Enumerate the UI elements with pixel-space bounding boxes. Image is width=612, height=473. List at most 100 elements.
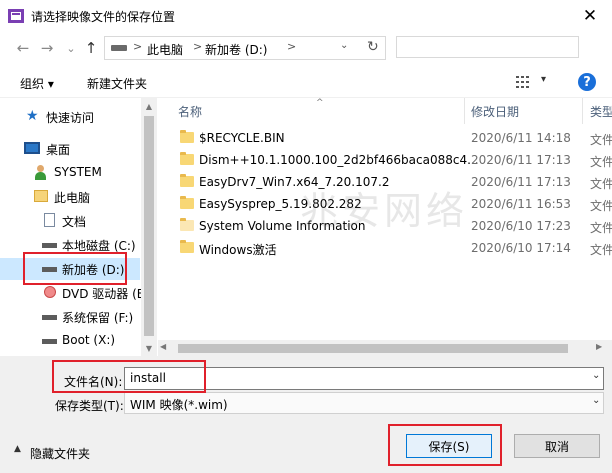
- close-icon: ✕: [582, 6, 598, 26]
- file-date: 2020/6/10 17:14: [471, 241, 571, 255]
- file-name: $RECYCLE.BIN: [199, 131, 285, 145]
- breadcrumb-this-pc[interactable]: 此电脑: [147, 41, 183, 58]
- dvd-drive-icon: [44, 286, 56, 298]
- chevron-down-icon[interactable]: ⌄: [592, 395, 600, 406]
- sidebar-item-label: 此电脑: [54, 191, 91, 205]
- new-folder-button[interactable]: 新建文件夹: [87, 75, 147, 92]
- document-icon: [44, 213, 55, 227]
- file-date: 2020/6/11 17:13: [471, 175, 571, 189]
- address-bar[interactable]: > 此电脑 > 新加卷 (D:) > ⌄ ↻: [104, 36, 386, 60]
- drive-icon: [111, 45, 127, 51]
- sidebar-item-label: 文档: [62, 215, 87, 229]
- chevron-up-icon[interactable]: ▲: [14, 444, 21, 454]
- file-date: 2020/6/11 16:53: [471, 197, 571, 211]
- forward-arrow-icon: →: [40, 39, 54, 57]
- back-button[interactable]: ←: [14, 38, 32, 58]
- toolbar: 组织 ▾ 新建文件夹 ▾ ?: [0, 66, 612, 98]
- user-icon: [34, 165, 46, 180]
- computer-icon: [34, 190, 48, 202]
- file-type: 文件: [590, 221, 612, 235]
- highlight-box-filename: [52, 360, 206, 393]
- cancel-button[interactable]: 取消: [514, 434, 600, 458]
- file-date: 2020/6/10 17:23: [471, 219, 571, 233]
- column-divider[interactable]: [464, 98, 465, 124]
- chevron-down-icon[interactable]: ⌄: [592, 370, 600, 381]
- sidebar-item-system[interactable]: SYSTEM: [0, 162, 140, 184]
- help-icon: ?: [583, 74, 591, 90]
- organize-button[interactable]: 组织 ▾: [20, 75, 54, 92]
- file-name: Windows激活: [199, 243, 277, 257]
- folder-icon: [180, 218, 194, 231]
- scroll-down-icon[interactable]: ▼: [141, 340, 157, 356]
- address-dropdown-icon[interactable]: ⌄: [340, 40, 348, 51]
- sidebar-item-this-pc[interactable]: 此电脑: [0, 186, 140, 208]
- sidebar-scrollbar[interactable]: ▲ ▼: [141, 98, 157, 356]
- recent-locations-button[interactable]: ⌄: [62, 38, 80, 58]
- column-header-type[interactable]: 类型: [590, 103, 612, 120]
- breadcrumb-separator: >: [287, 40, 297, 53]
- folder-icon: [180, 196, 194, 209]
- watermark: 兆安网络: [300, 189, 469, 233]
- sidebar-item-documents[interactable]: 文档: [0, 210, 140, 232]
- sidebar-item-dvd-drive[interactable]: DVD 驱动器 (E: [0, 282, 144, 304]
- sidebar-item-drive-f[interactable]: 系统保留 (F:): [0, 306, 140, 328]
- sidebar-item-drive-x[interactable]: Boot (X:): [0, 330, 140, 352]
- file-type: 文件: [590, 243, 612, 257]
- back-arrow-icon: ←: [16, 39, 30, 57]
- window-title: 请选择映像文件的保存位置: [31, 10, 176, 24]
- column-header-name[interactable]: 名称: [178, 103, 202, 120]
- app-icon: [8, 9, 24, 23]
- breadcrumb-separator: >: [133, 40, 143, 53]
- scroll-right-icon[interactable]: ▶: [596, 342, 602, 351]
- filetype-select[interactable]: WIM 映像(*.wim): [124, 392, 604, 414]
- file-name: Dism++10.1.1000.100_2d2bf466baca088c4...: [199, 153, 479, 167]
- file-date: 2020/6/11 14:18: [471, 131, 571, 145]
- sidebar-item-desktop[interactable]: 桌面: [0, 138, 140, 160]
- view-options-icon[interactable]: [516, 75, 532, 89]
- scrollbar-thumb[interactable]: [178, 344, 568, 353]
- file-date: 2020/6/11 17:13: [471, 153, 571, 167]
- file-type: 文件: [590, 133, 612, 147]
- folder-icon: [180, 174, 194, 187]
- hide-folders-button[interactable]: 隐藏文件夹: [30, 445, 90, 462]
- highlight-box-sidebar: [23, 252, 127, 285]
- up-arrow-icon: ↑: [84, 39, 98, 57]
- sidebar-item-label: 快速访问: [46, 111, 95, 125]
- folder-icon: [180, 130, 194, 143]
- scroll-up-icon[interactable]: ▲: [141, 98, 157, 114]
- navigation-bar: ← → ⌄ ↑ > 此电脑 > 新加卷 (D:) > ⌄ ↻: [0, 32, 612, 64]
- sidebar-item-label: DVD 驱动器 (E: [62, 287, 145, 301]
- sidebar-item-label: SYSTEM: [54, 165, 102, 179]
- close-button[interactable]: ✕: [568, 0, 612, 32]
- navigation-pane: ★ 快速访问 桌面 SYSTEM 此电脑 文档 本地磁盘 (C:) 新加卷 (D…: [0, 98, 157, 356]
- file-type: 文件: [590, 177, 612, 191]
- file-row[interactable]: $RECYCLE.BIN 2020/6/11 14:18 文件: [178, 128, 612, 150]
- breadcrumb-drive-d[interactable]: 新加卷 (D:): [205, 41, 267, 58]
- sidebar-item-label: 系统保留 (F:): [62, 311, 134, 325]
- star-icon: ★: [26, 108, 39, 124]
- sidebar-item-quick-access[interactable]: ★ 快速访问: [0, 106, 140, 128]
- column-header-date[interactable]: 修改日期: [471, 103, 519, 120]
- up-button[interactable]: ↑: [82, 38, 100, 58]
- breadcrumb-separator: >: [193, 40, 203, 53]
- column-divider[interactable]: [582, 98, 583, 124]
- file-row[interactable]: Dism++10.1.1000.100_2d2bf466baca088c4...…: [178, 150, 612, 172]
- folder-icon: [180, 240, 194, 253]
- folder-icon: [180, 152, 194, 165]
- drive-icon: [42, 243, 57, 248]
- forward-button[interactable]: →: [38, 38, 56, 58]
- refresh-icon[interactable]: ↻: [367, 39, 379, 55]
- desktop-icon: [24, 142, 40, 154]
- sidebar-item-label: 桌面: [46, 143, 71, 157]
- scrollbar-thumb[interactable]: [144, 116, 154, 336]
- file-row[interactable]: Windows激活 2020/6/10 17:14 文件: [178, 238, 612, 260]
- drive-icon: [42, 315, 57, 320]
- help-button[interactable]: ?: [578, 73, 596, 91]
- drive-icon: [42, 339, 57, 344]
- search-input[interactable]: [396, 36, 579, 58]
- title-bar: 请选择映像文件的保存位置 ✕: [0, 0, 612, 32]
- horizontal-scrollbar[interactable]: ◀ ▶: [158, 340, 612, 356]
- view-dropdown-icon[interactable]: ▾: [541, 74, 546, 85]
- file-type: 文件: [590, 199, 612, 213]
- scroll-left-icon[interactable]: ◀: [160, 342, 166, 351]
